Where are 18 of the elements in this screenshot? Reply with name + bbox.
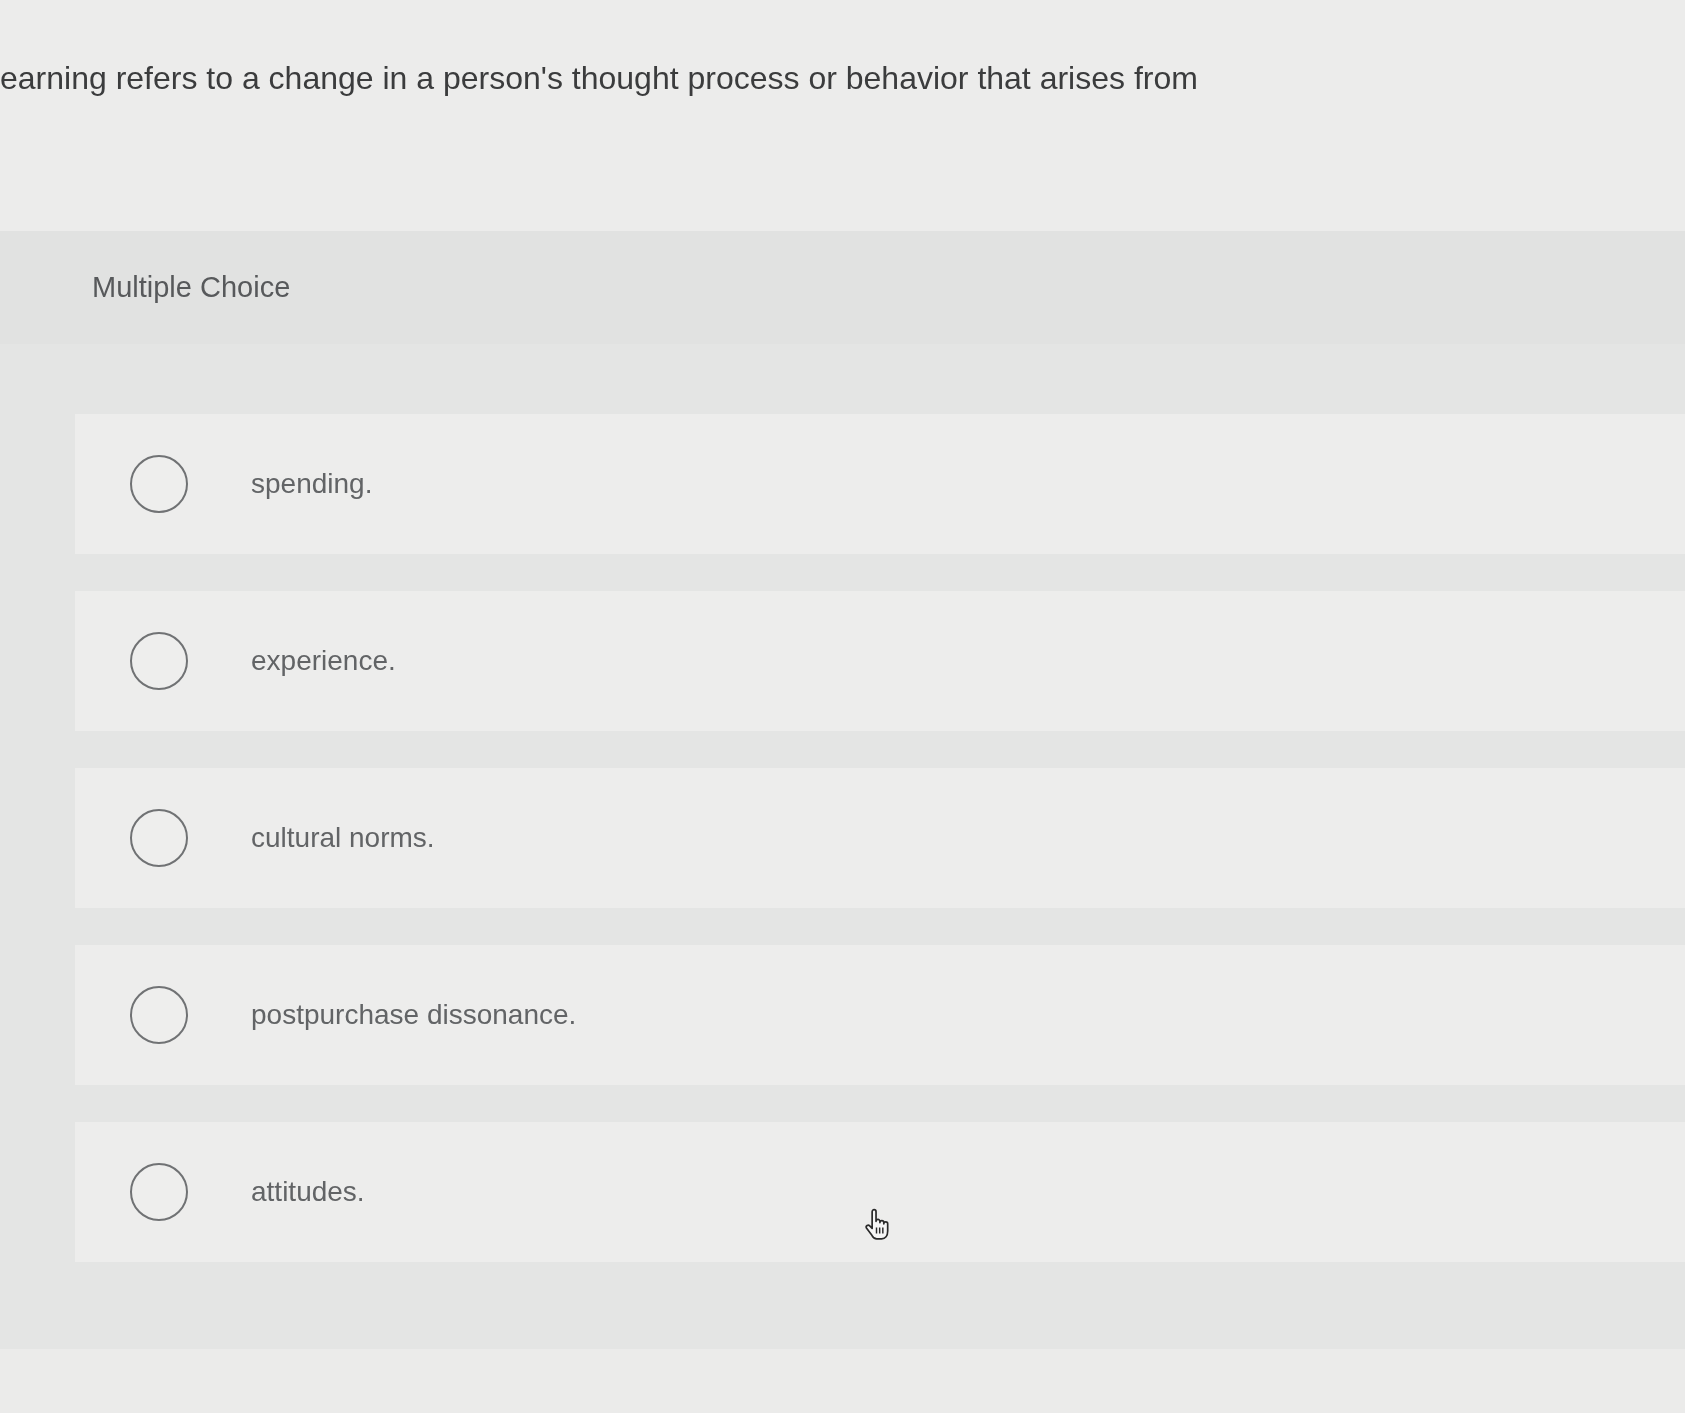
option-text: attitudes. xyxy=(251,1176,365,1208)
hand-pointer-icon xyxy=(862,1208,892,1242)
option-text: spending. xyxy=(251,468,373,500)
answer-option[interactable]: spending. xyxy=(75,414,1685,554)
option-text: cultural norms. xyxy=(251,822,435,854)
answer-option[interactable]: cultural norms. xyxy=(75,768,1685,908)
option-text: postpurchase dissonance. xyxy=(251,999,577,1031)
answer-option[interactable]: attitudes. xyxy=(75,1122,1685,1262)
option-text: experience. xyxy=(251,645,396,677)
radio-button[interactable] xyxy=(130,986,188,1044)
question-type-label: Multiple Choice xyxy=(92,271,291,304)
radio-button[interactable] xyxy=(130,1163,188,1221)
answer-option[interactable]: postpurchase dissonance. xyxy=(75,945,1685,1085)
radio-button[interactable] xyxy=(130,455,188,513)
radio-button[interactable] xyxy=(130,632,188,690)
answer-option[interactable]: experience. xyxy=(75,591,1685,731)
radio-button[interactable] xyxy=(130,809,188,867)
question-text: earning refers to a change in a person's thought process or behavior that arises from xyxy=(0,59,1198,98)
